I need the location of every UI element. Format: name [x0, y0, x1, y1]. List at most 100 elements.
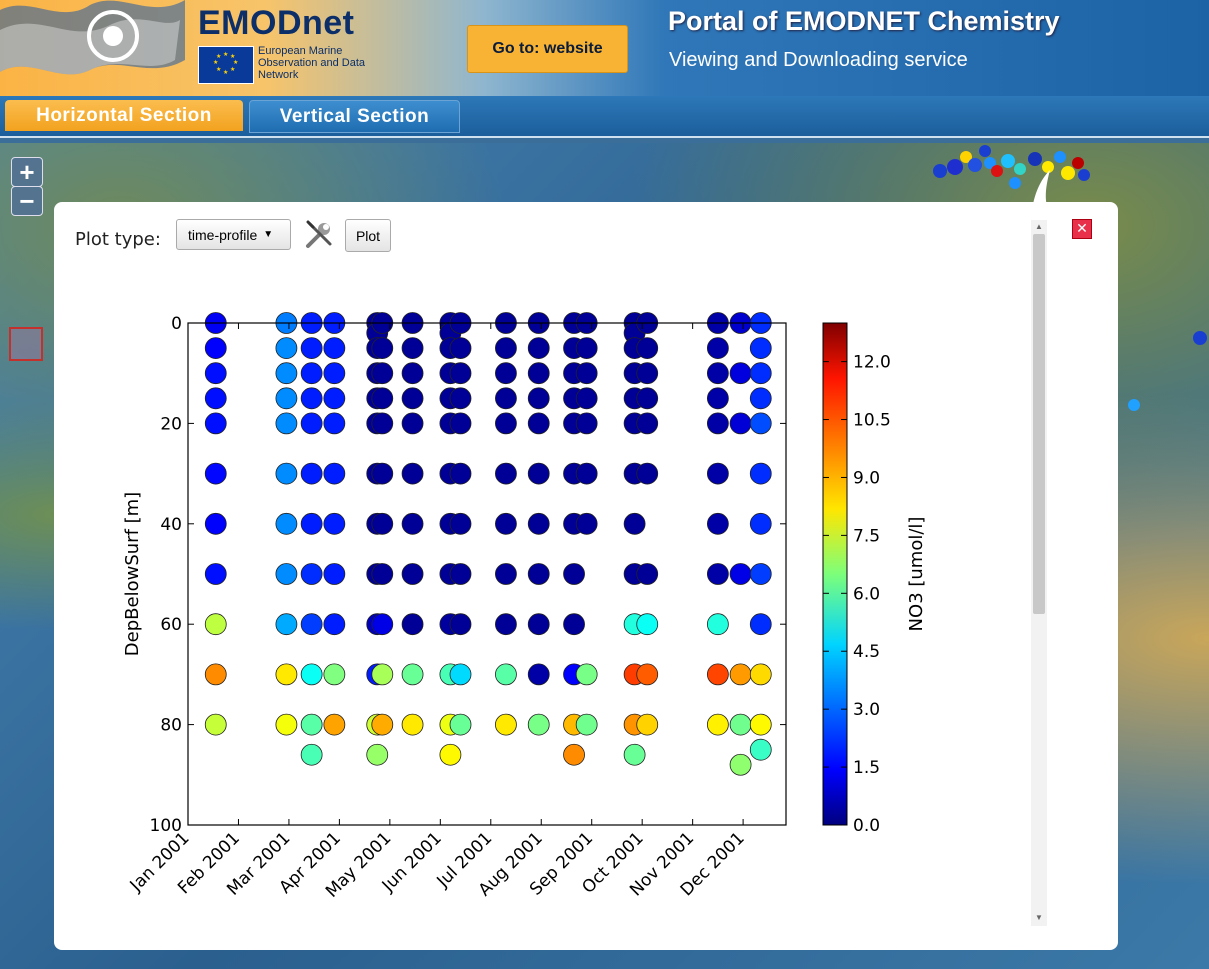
data-point: [706, 663, 729, 686]
data-point: [729, 362, 752, 385]
data-point: [706, 462, 729, 485]
colorbar-tick-label: 9.0: [853, 468, 880, 488]
data-point: [371, 663, 394, 686]
eu-flag-icon: ★ ★ ★ ★ ★ ★ ★ ★: [198, 46, 254, 84]
data-point: [636, 337, 659, 359]
wrench-icon[interactable]: [304, 220, 334, 250]
data-point: [749, 362, 772, 385]
data-point: [495, 512, 517, 535]
data-point: [323, 713, 346, 736]
data-point: [323, 663, 346, 686]
selection-box[interactable]: [9, 327, 43, 361]
section-tabs: Horizontal Section Vertical Section: [0, 96, 1209, 138]
data-point: [204, 713, 227, 736]
data-point: [449, 613, 472, 636]
data-point: [575, 337, 598, 359]
svg-text:★: ★: [223, 51, 228, 58]
data-point: [749, 563, 772, 585]
data-point: [371, 412, 394, 435]
data-point: [401, 387, 424, 410]
y-tick-label: 40: [160, 515, 182, 535]
data-point: [527, 512, 550, 535]
svg-text:★: ★: [213, 59, 218, 66]
data-point: [495, 663, 517, 686]
y-tick-label: 80: [160, 716, 182, 736]
y-tick-label: 0: [171, 314, 182, 334]
data-point: [636, 613, 659, 636]
scroll-down-arrow-icon[interactable]: ▼: [1035, 913, 1043, 922]
data-point: [575, 462, 598, 485]
data-point: [563, 743, 585, 766]
brand-title: EMODnet: [198, 4, 355, 42]
data-point: [371, 563, 394, 585]
data-point: [563, 613, 585, 636]
data-point: [371, 337, 394, 359]
plot-type-select[interactable]: time-profile ▼: [176, 219, 291, 250]
data-point: [636, 462, 659, 485]
data-point: [300, 512, 323, 535]
plot-button[interactable]: Plot: [345, 219, 391, 252]
data-point: [563, 563, 585, 585]
data-point: [623, 512, 646, 535]
svg-text:★: ★: [233, 59, 238, 66]
svg-text:★: ★: [223, 69, 228, 76]
data-point: [300, 743, 323, 766]
portal-subtitle: Viewing and Downloading service: [669, 49, 968, 71]
close-icon[interactable]: ✕: [1072, 219, 1092, 239]
scroll-thumb[interactable]: [1033, 234, 1045, 614]
portal-title: Portal of EMODNET Chemistry: [668, 6, 1060, 36]
data-point: [275, 713, 298, 736]
data-point: [636, 713, 659, 736]
data-point: [204, 387, 227, 410]
data-point: [495, 713, 517, 736]
data-point: [749, 613, 772, 636]
data-point: [323, 362, 346, 385]
data-point: [706, 362, 729, 385]
data-point: [729, 412, 752, 435]
data-point: [204, 462, 227, 485]
data-point: [300, 387, 323, 410]
data-point: [449, 387, 472, 410]
data-point: [706, 412, 729, 435]
colorbar-tick-label: 4.5: [853, 642, 880, 662]
data-point: [204, 563, 227, 585]
data-point: [623, 743, 646, 766]
colorbar-label: NO3 [umol/l]: [906, 517, 927, 632]
data-point: [449, 362, 472, 385]
data-point: [449, 412, 472, 435]
data-point: [749, 462, 772, 485]
goto-website-button[interactable]: Go to: website: [467, 25, 628, 73]
data-point: [275, 512, 298, 535]
data-point: [275, 362, 298, 385]
data-point: [323, 387, 346, 410]
data-point: [401, 512, 424, 535]
data-point: [636, 663, 659, 686]
data-point: [729, 563, 752, 585]
data-point: [323, 337, 346, 359]
scroll-up-arrow-icon[interactable]: ▲: [1035, 222, 1043, 231]
tab-horizontal-section[interactable]: Horizontal Section: [5, 100, 243, 131]
data-point: [749, 337, 772, 359]
data-point: [204, 613, 227, 636]
data-point: [729, 753, 752, 776]
data-point: [323, 613, 346, 636]
data-point: [575, 412, 598, 435]
header: EMODnet ★ ★ ★ ★ ★ ★ ★ ★ European Marine Obser…: [0, 0, 1209, 96]
zoom-out-button[interactable]: −: [11, 186, 43, 216]
tab-vertical-section[interactable]: Vertical Section: [249, 100, 460, 133]
panel-scrollbar[interactable]: ▲ ▼: [1031, 220, 1047, 926]
data-point: [749, 412, 772, 435]
data-point: [401, 337, 424, 359]
data-point: [495, 412, 517, 435]
x-axis: Jan 2001Feb 2001Mar 2001Apr 2001May 2001…: [126, 323, 749, 902]
data-point: [527, 362, 550, 385]
data-point: [300, 713, 323, 736]
data-point: [706, 563, 729, 585]
data-point: [495, 387, 517, 410]
emodnet-logo-waves: [0, 0, 185, 75]
svg-text:★: ★: [216, 53, 221, 60]
data-point: [300, 412, 323, 435]
data-point: [527, 387, 550, 410]
data-point: [449, 563, 472, 585]
zoom-in-button[interactable]: +: [11, 157, 43, 187]
